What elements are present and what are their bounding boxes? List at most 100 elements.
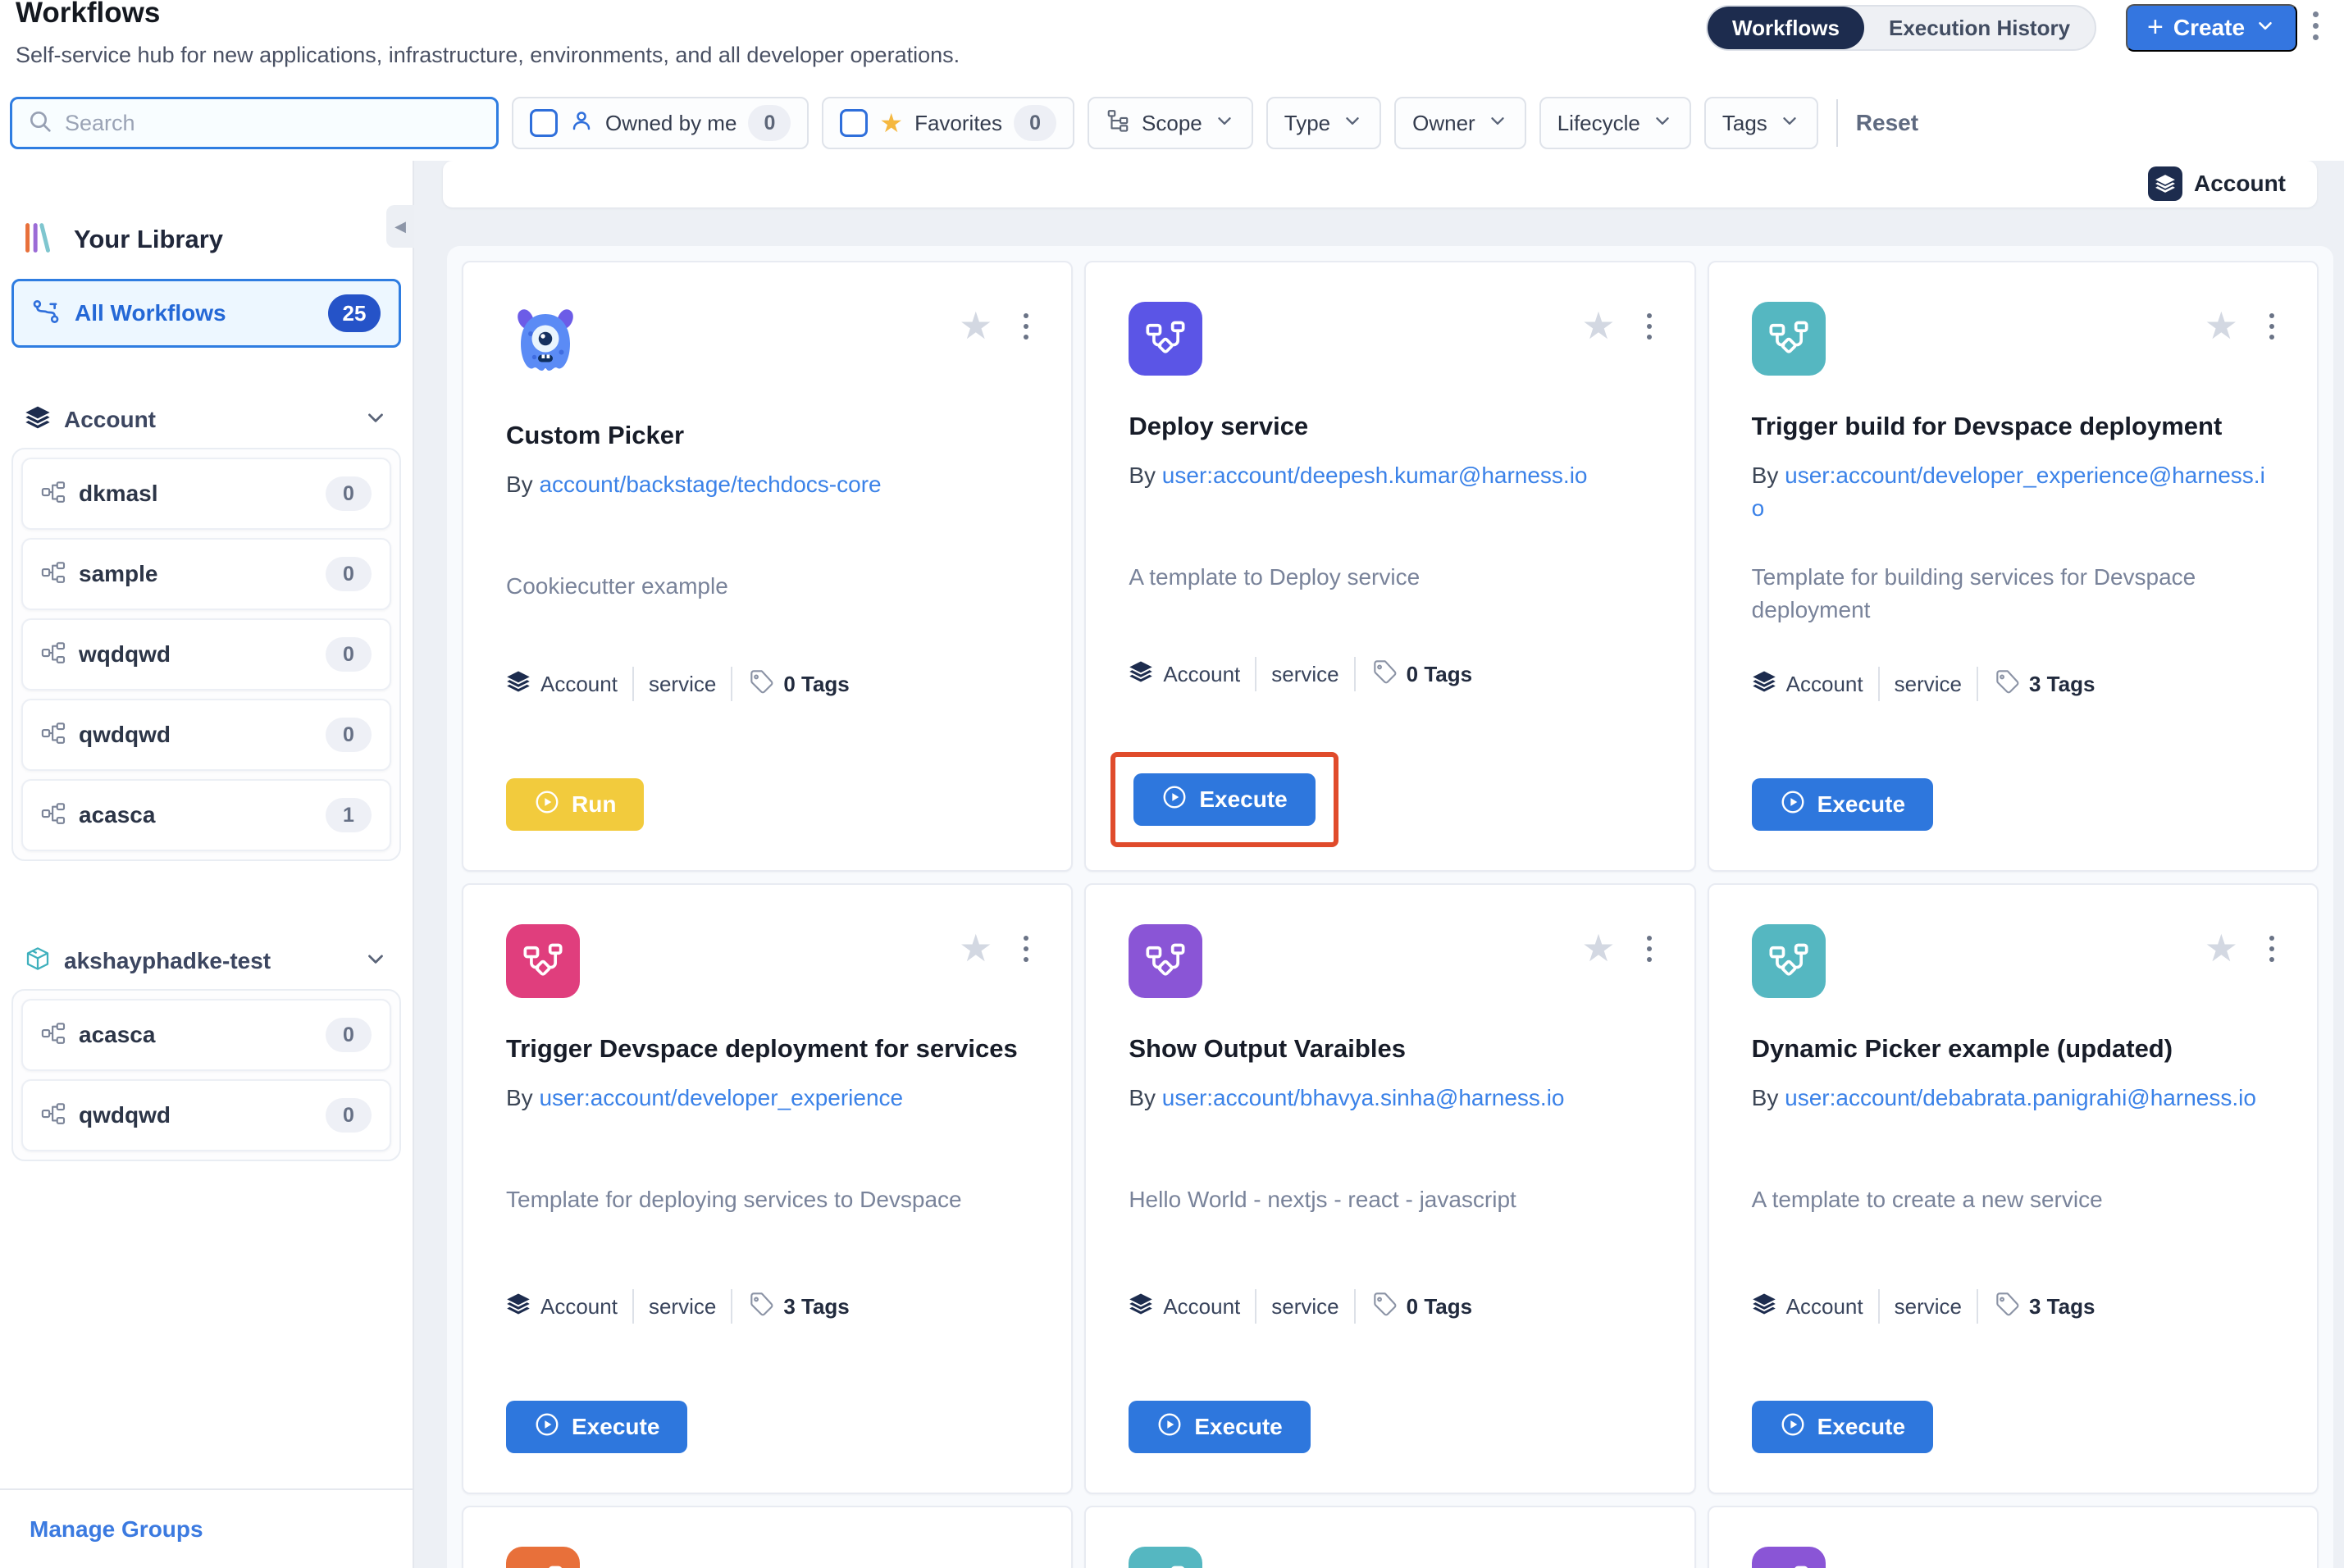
filter-owned-by-me[interactable]: Owned by me 0 xyxy=(512,97,809,149)
sidebar-item-sample[interactable]: sample0 xyxy=(21,538,391,610)
owner-link[interactable]: user:account/deepesh.kumar@harness.io xyxy=(1162,463,1588,488)
card-meta: Account service 3 Tags xyxy=(506,1289,1028,1324)
create-button[interactable]: + Create xyxy=(2126,4,2297,52)
favorite-star-icon[interactable]: ★ xyxy=(1581,307,1615,344)
search-box[interactable] xyxy=(10,97,499,149)
filter-dropdown-scope[interactable]: Scope xyxy=(1088,97,1253,149)
card-kebab-icon[interactable] xyxy=(2269,936,2274,962)
card-description: Template for deploying services to Devsp… xyxy=(506,1183,1028,1216)
owner-link[interactable]: user:account/developer_experience xyxy=(539,1085,903,1110)
top-bar: Workflows Self-service hub for new appli… xyxy=(0,0,2344,161)
sidebar-group-header-akshayphadke-test[interactable]: akshayphadke-test xyxy=(25,943,388,979)
card-kebab-icon[interactable] xyxy=(2269,313,2274,340)
workflow-icon xyxy=(32,298,60,330)
run-button[interactable]: Run xyxy=(506,778,644,831)
favorite-star-icon[interactable]: ★ xyxy=(959,307,992,344)
card-meta: Account service 0 Tags xyxy=(1129,1289,1651,1324)
card-byline: By user:account/bhavya.sinha@harness.io xyxy=(1129,1082,1651,1172)
execute-button[interactable]: Execute xyxy=(1752,1401,1933,1453)
filter-dropdown-owner[interactable]: Owner xyxy=(1394,97,1526,149)
chevron-down-icon[interactable] xyxy=(363,946,388,977)
card-scope: Account xyxy=(540,672,618,697)
owner-link[interactable]: user:account/bhavya.sinha@harness.io xyxy=(1162,1085,1565,1110)
card-title: Trigger Devspace deployment for services xyxy=(506,1034,1028,1064)
owner-link[interactable]: account/backstage/techdocs-core xyxy=(539,472,881,497)
filter-dropdown-lifecycle[interactable]: Lifecycle xyxy=(1539,97,1691,149)
pipeline-icon xyxy=(41,721,66,750)
card-byline: By user:account/developer_experience xyxy=(506,1082,1028,1172)
chevron-down-icon[interactable] xyxy=(363,405,388,435)
card-scope: Account xyxy=(1786,1294,1863,1320)
star-icon: ★ xyxy=(879,110,903,136)
search-input[interactable] xyxy=(65,111,481,136)
card-meta: Account service 3 Tags xyxy=(1752,667,2274,701)
sidebar-item-qwdqwd[interactable]: qwdqwd0 xyxy=(21,699,391,771)
sidebar-item-qwdqwd[interactable]: qwdqwd0 xyxy=(21,1079,391,1151)
play-icon xyxy=(1780,1411,1806,1443)
page-title: Workflows xyxy=(16,0,160,30)
tab-workflows[interactable]: Workflows xyxy=(1708,7,1864,49)
scope-group-header: Account xyxy=(443,161,2317,207)
layers-icon xyxy=(506,1292,531,1322)
card-kebab-icon[interactable] xyxy=(1024,313,1028,340)
favorites-checkbox[interactable] xyxy=(840,109,868,137)
card-actions: Run xyxy=(506,778,1028,831)
scope-badge[interactable]: Account xyxy=(2148,166,2286,201)
owner-link[interactable]: user:account/debabrata.panigrahi@harness… xyxy=(1785,1085,2256,1110)
card-byline: By user:account/deepesh.kumar@harness.io xyxy=(1129,459,1651,549)
layers-icon xyxy=(1129,1292,1153,1322)
dropdown-label: Type xyxy=(1284,111,1330,136)
meta-divider xyxy=(1878,667,1880,701)
tab-execution-history[interactable]: Execution History xyxy=(1864,7,2095,49)
filter-divider xyxy=(1836,99,1838,147)
owned-by-me-count: 0 xyxy=(748,105,791,141)
card-kebab-icon[interactable] xyxy=(1647,313,1652,340)
by-label: By xyxy=(506,472,533,497)
sidebar-item-wqdqwd[interactable]: wqdqwd0 xyxy=(21,618,391,691)
execute-button[interactable]: Execute xyxy=(506,1401,687,1453)
card-description: Cookiecutter example xyxy=(506,570,1028,603)
manage-groups-link[interactable]: Manage Groups xyxy=(30,1516,203,1543)
filter-dropdown-tags[interactable]: Tags xyxy=(1704,97,1818,149)
card-actions: Execute xyxy=(1752,778,2274,831)
filter-favorites[interactable]: ★ Favorites 0 xyxy=(822,97,1074,149)
card-scope: Account xyxy=(1163,662,1240,687)
sidebar-item-acasca[interactable]: acasca0 xyxy=(21,999,391,1071)
item-label: qwdqwd xyxy=(79,722,171,748)
execute-button[interactable]: Execute xyxy=(1129,1401,1310,1453)
execute-button[interactable]: Execute xyxy=(1752,778,1933,831)
card-kebab-icon[interactable] xyxy=(1024,936,1028,962)
reset-button[interactable]: Reset xyxy=(1856,110,1918,136)
favorite-star-icon[interactable]: ★ xyxy=(2205,307,2238,344)
collapse-left-icon[interactable]: ◀ xyxy=(386,205,414,248)
item-count: 1 xyxy=(326,798,372,832)
sidebar-item-dkmasl[interactable]: dkmasl0 xyxy=(21,458,391,530)
owned-by-me-checkbox[interactable] xyxy=(530,109,558,137)
favorite-star-icon[interactable]: ★ xyxy=(2205,929,2238,967)
sidebar-item-all-workflows[interactable]: All Workflows 25 xyxy=(11,279,401,348)
sidebar-group-header-Account[interactable]: Account xyxy=(25,402,388,438)
card-kebab-icon[interactable] xyxy=(1647,936,1652,962)
tag-icon xyxy=(747,1291,773,1323)
item-count: 0 xyxy=(326,557,372,591)
favorite-star-icon[interactable]: ★ xyxy=(1581,929,1615,967)
card-type: service xyxy=(649,1294,716,1320)
card-title: Show Output Varaibles xyxy=(1129,1034,1651,1064)
pipeline-icon xyxy=(41,1021,66,1050)
pipeline-icon xyxy=(41,801,66,830)
card-description: A template to Deploy service xyxy=(1129,561,1651,594)
cards-panel: ★ Custom Picker By account/backstage/tec… xyxy=(447,246,2333,1568)
sidebar-item-acasca[interactable]: acasca1 xyxy=(21,779,391,851)
flowchart-icon xyxy=(1752,302,1826,376)
execute-button[interactable]: Execute xyxy=(1133,773,1315,826)
chevron-down-icon xyxy=(1214,110,1235,137)
favorite-star-icon[interactable]: ★ xyxy=(959,929,992,967)
card-scope: Account xyxy=(1786,672,1863,697)
dropdown-label: Owner xyxy=(1412,111,1475,136)
card-title: Custom Picker xyxy=(506,421,1028,450)
page-kebab-icon[interactable] xyxy=(2313,11,2319,40)
owner-link[interactable]: user:account/developer_experience@harnes… xyxy=(1752,463,2265,521)
tag-icon xyxy=(1370,659,1397,691)
highlight-box: Execute xyxy=(1110,752,1338,847)
filter-dropdown-type[interactable]: Type xyxy=(1266,97,1381,149)
